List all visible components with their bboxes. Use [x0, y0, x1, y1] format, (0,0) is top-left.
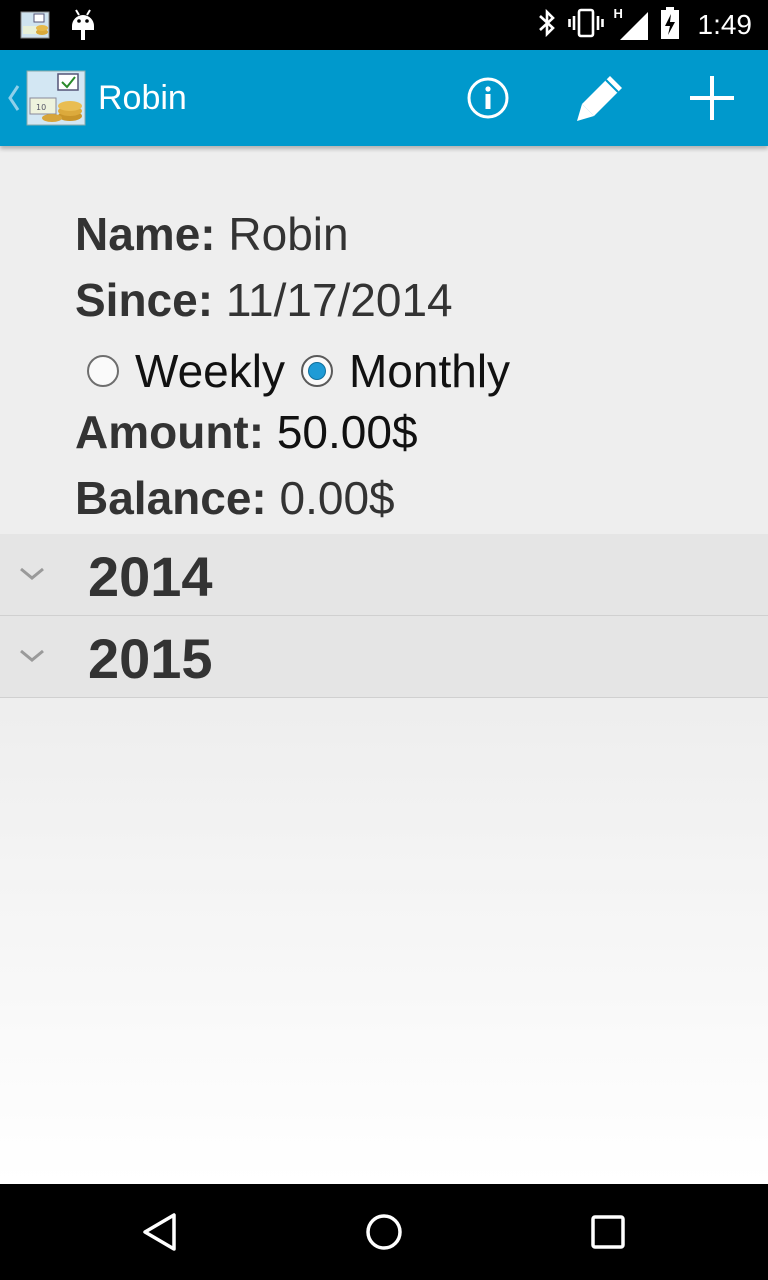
- bluetooth-icon: [536, 7, 558, 44]
- details-panel: Name: Robin Since: 11/17/2014 Weekly Mon…: [75, 206, 765, 536]
- status-bar: H 1:49: [0, 0, 768, 50]
- battery-charging-icon: [660, 6, 680, 45]
- edit-button[interactable]: [568, 68, 632, 132]
- weekly-radio[interactable]: [87, 355, 119, 387]
- signal-icon: H: [614, 6, 650, 42]
- since-value: 11/17/2014: [225, 274, 453, 326]
- monthly-radio-label[interactable]: Monthly: [349, 343, 510, 399]
- name-value: Robin: [228, 208, 349, 260]
- navigation-bar: [0, 1184, 768, 1280]
- group-title: 2015: [88, 627, 213, 690]
- status-time: 1:49: [697, 9, 753, 40]
- name-row: Name: Robin: [75, 206, 765, 272]
- since-label: Since:: [75, 274, 214, 326]
- back-icon: [140, 1210, 180, 1259]
- content-area: Name: Robin Since: 11/17/2014 Weekly Mon…: [0, 146, 768, 1184]
- app-notification-icon: [20, 10, 50, 45]
- chevron-down-icon: [18, 648, 46, 669]
- plus-icon: [686, 72, 738, 129]
- up-chevron-icon[interactable]: [6, 84, 22, 117]
- balance-row: Balance: 0.00$: [75, 470, 765, 536]
- monthly-radio[interactable]: [300, 355, 333, 387]
- vibrate-icon: [567, 7, 604, 44]
- recent-apps-button[interactable]: [580, 1206, 636, 1262]
- info-button[interactable]: [456, 68, 520, 132]
- balance-value: 0.00$: [279, 472, 395, 524]
- pencil-icon: [572, 70, 628, 131]
- group-header-2014[interactable]: 2014: [0, 534, 768, 616]
- weekly-radio-label[interactable]: Weekly: [135, 343, 285, 399]
- amount-row: Amount: 50.00$: [75, 404, 765, 470]
- back-button[interactable]: [132, 1206, 188, 1262]
- action-bar: 10 Robin: [0, 50, 768, 146]
- name-label: Name:: [75, 208, 216, 260]
- home-button[interactable]: [356, 1206, 412, 1262]
- android-debug-icon: [70, 8, 96, 47]
- chevron-down-icon: [18, 566, 46, 587]
- frequency-radio-group: Weekly Monthly: [87, 338, 765, 404]
- balance-label: Balance:: [75, 472, 267, 524]
- add-button[interactable]: [680, 68, 744, 132]
- recent-apps-icon: [590, 1214, 626, 1255]
- amount-value: 50.00$: [276, 406, 418, 458]
- since-row: Since: 11/17/2014: [75, 272, 765, 338]
- home-icon: [364, 1212, 404, 1257]
- group-title: 2014: [88, 545, 213, 608]
- amount-label: Amount:: [75, 406, 265, 458]
- app-icon[interactable]: 10: [26, 70, 86, 131]
- group-header-2015[interactable]: 2015: [0, 616, 768, 698]
- info-icon: [466, 76, 510, 125]
- action-bar-title: Robin: [98, 79, 187, 117]
- svg-text:10: 10: [36, 103, 46, 112]
